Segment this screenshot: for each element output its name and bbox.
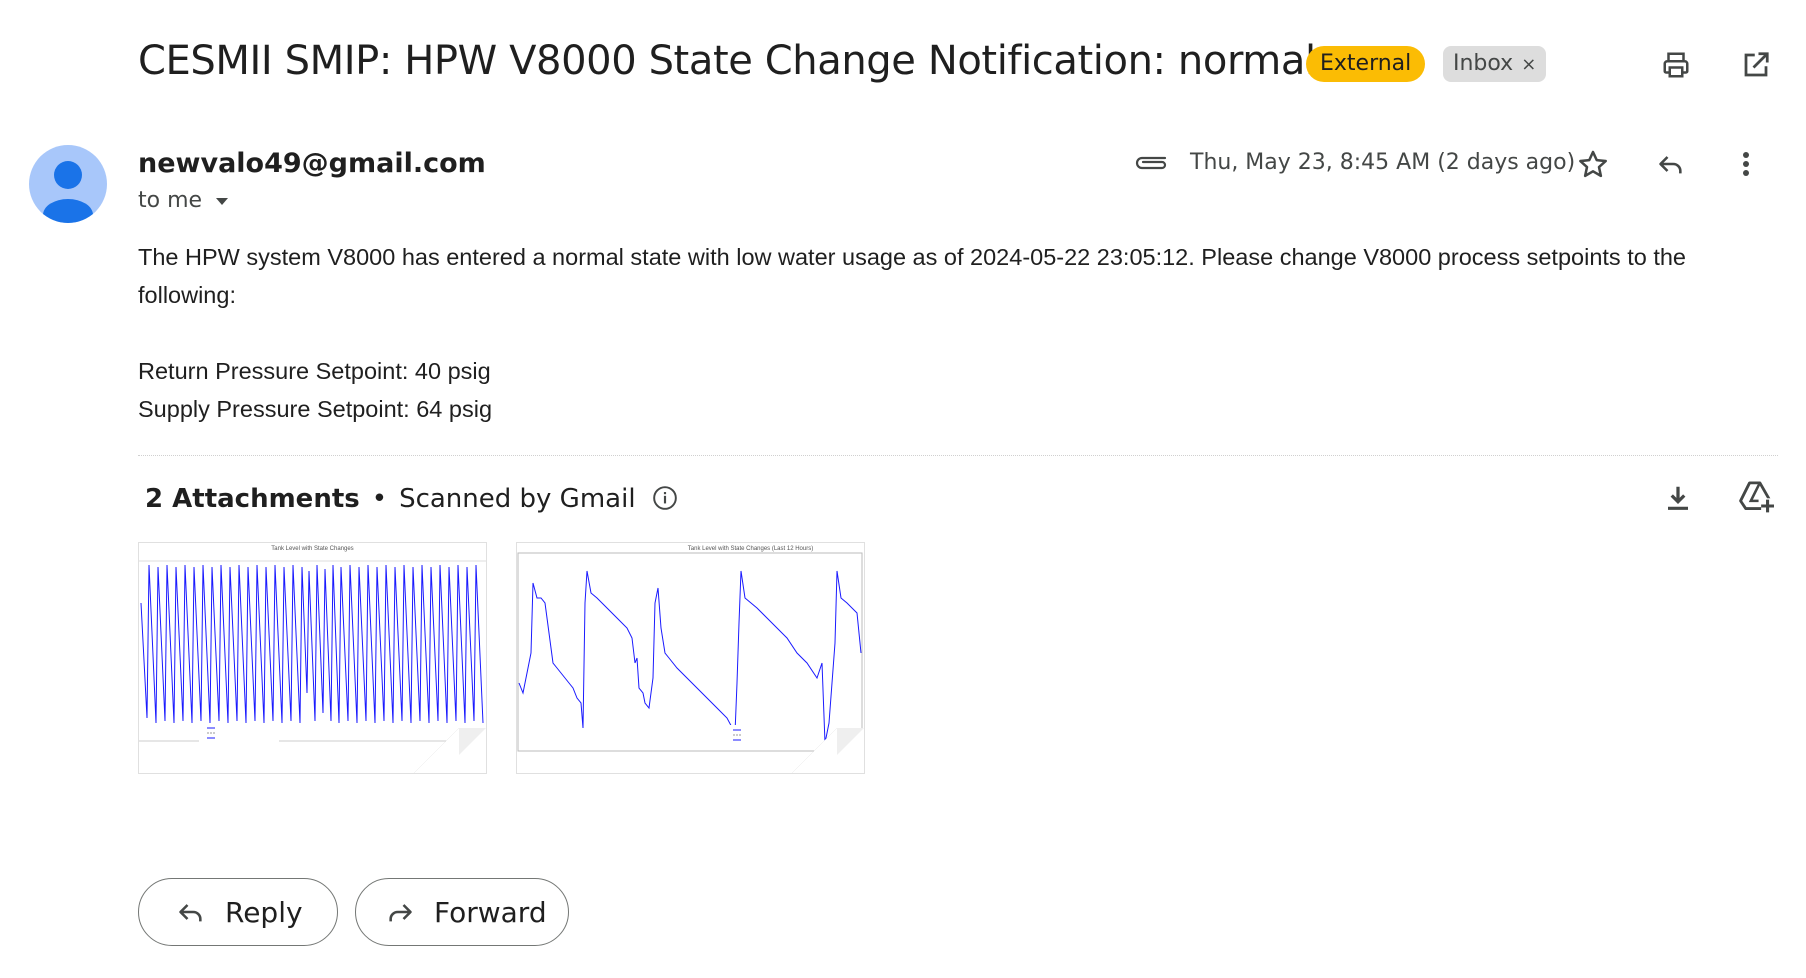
add-to-drive-icon[interactable]: [1738, 480, 1774, 514]
info-icon[interactable]: [652, 485, 678, 511]
star-icon[interactable]: [1577, 148, 1609, 180]
person-icon: [43, 161, 93, 223]
return-pressure-line: Return Pressure Setpoint: 40 psig: [138, 358, 491, 384]
open-in-new-icon[interactable]: [1741, 50, 1771, 80]
recipients-line[interactable]: to me: [138, 188, 229, 213]
inbox-label[interactable]: Inbox ×: [1443, 46, 1547, 82]
dropdown-arrow-icon[interactable]: [215, 196, 229, 206]
tank-level-last-12h-chart-preview: [517, 552, 864, 773]
reply-label: Reply: [225, 895, 303, 929]
email-subject: CESMII SMIP: HPW V8000 State Change Noti…: [138, 38, 1316, 84]
tank-level-chart-preview: [139, 560, 486, 773]
forward-icon: [389, 904, 412, 922]
thumbnail-title: Tank Level with State Changes (Last 12 H…: [687, 546, 814, 552]
inbox-label-text: Inbox: [1453, 51, 1514, 76]
body-paragraph: The HPW system V8000 has entered a norma…: [138, 244, 1686, 308]
attachment-clip-icon: [1133, 150, 1169, 172]
download-icon[interactable]: [1663, 482, 1693, 514]
email-body: The HPW system V8000 has entered a norma…: [138, 238, 1778, 428]
email-date: Thu, May 23, 8:45 AM (2 days ago): [1190, 150, 1576, 175]
attachment-thumbnail-2[interactable]: Tank Level with State Changes (Last 12 H…: [516, 542, 865, 774]
forward-label: Forward: [434, 895, 547, 929]
attachment-thumbnail-1[interactable]: Tank Level with State Changes: [138, 542, 487, 774]
more-vert-icon[interactable]: [1740, 148, 1752, 180]
attachments-header: 2 Attachments • Scanned by Gmail: [145, 484, 678, 514]
avatar[interactable]: [29, 145, 107, 223]
remove-label-icon[interactable]: ×: [1521, 54, 1536, 75]
external-label: External: [1306, 46, 1426, 82]
print-icon[interactable]: [1660, 50, 1692, 80]
reply-icon[interactable]: [1655, 150, 1687, 178]
reply-icon: [179, 904, 202, 922]
divider: [138, 455, 1778, 456]
thumbnail-title: Tank Level with State Changes: [271, 546, 354, 552]
scanned-label: Scanned by Gmail: [399, 484, 636, 514]
reply-button[interactable]: Reply: [138, 878, 338, 946]
attachments-count: 2 Attachments: [145, 484, 360, 514]
to-me-text: to me: [138, 188, 203, 213]
forward-button[interactable]: Forward: [355, 878, 569, 946]
supply-pressure-line: Supply Pressure Setpoint: 64 psig: [138, 396, 493, 422]
sender-email[interactable]: newvalo49@gmail.com: [138, 148, 486, 179]
separator-dot: •: [371, 484, 388, 514]
